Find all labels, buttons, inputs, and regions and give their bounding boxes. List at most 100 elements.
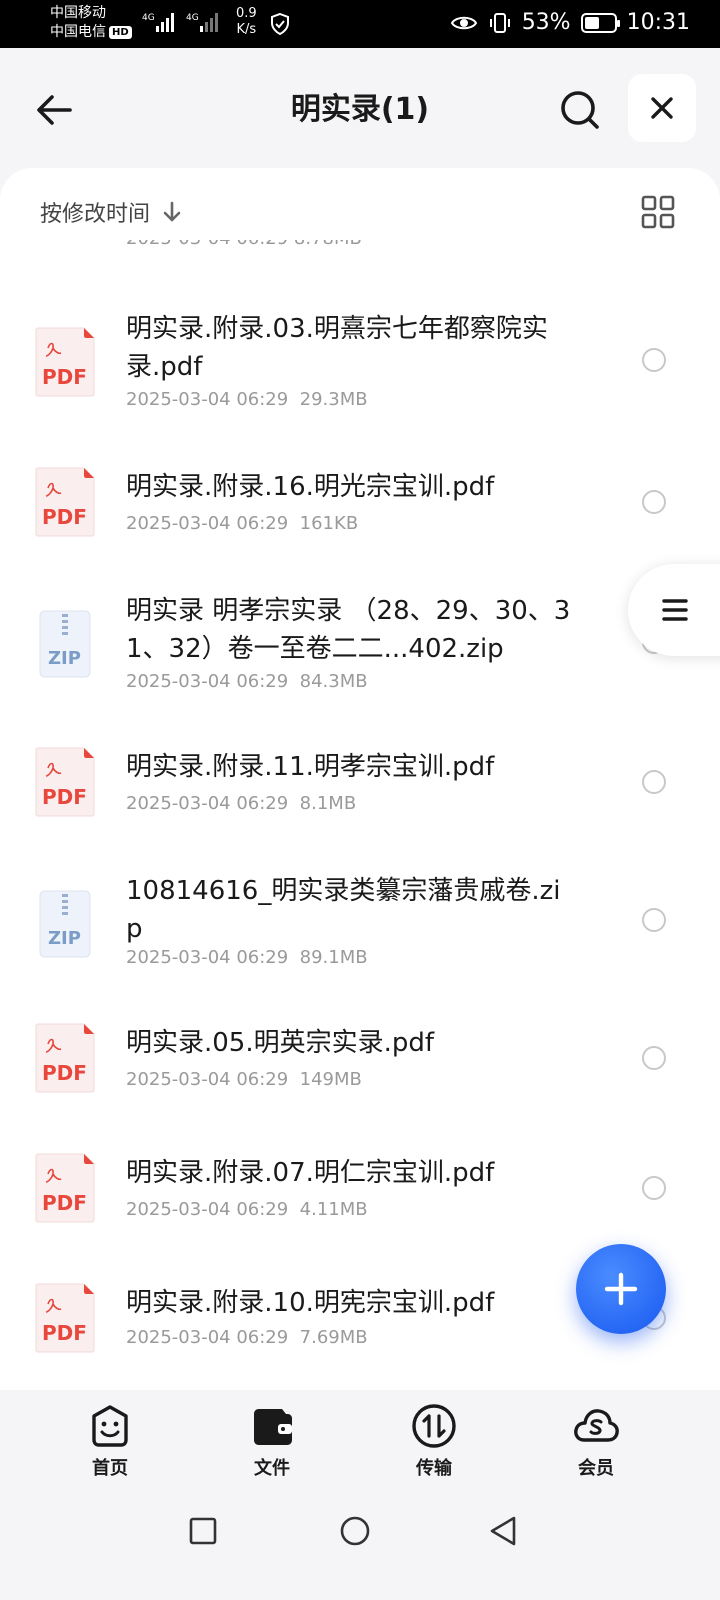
grid-view-icon[interactable] <box>640 194 676 230</box>
file-name: 明实录.附录.11.明孝宗宝训.pdf <box>126 752 495 782</box>
pdf-file-icon: PDF <box>35 327 95 397</box>
select-radio[interactable] <box>642 770 666 794</box>
select-radio[interactable] <box>642 908 666 932</box>
file-meta: 2025-03-04 06:29 4.11MB <box>126 1198 368 1222</box>
nav-home[interactable]: 首页 <box>60 1402 160 1480</box>
hd-badge: HD <box>109 25 132 39</box>
close-button[interactable] <box>628 74 696 142</box>
carrier-info: 中国移动 中国电信 HD <box>50 4 132 42</box>
back-triangle-icon[interactable] <box>488 1514 518 1548</box>
nav-member-label: 会员 <box>578 1458 614 1479</box>
net-type-2: 4G <box>186 13 199 23</box>
signal-2-icon: 4G <box>186 13 218 32</box>
svg-text:ZIP: ZIP <box>48 928 81 949</box>
battery-percent: 53% <box>521 10 571 35</box>
file-name: 明实录.附录.03.明熹宗七年都察院实录.pdf <box>126 314 548 382</box>
zip-file-icon: ZIP <box>39 610 91 678</box>
pdf-file-icon: PDF <box>35 747 95 817</box>
shield-check-icon <box>271 12 289 36</box>
file-meta: 2025-03-04 06:29 7.69MB <box>126 1326 368 1350</box>
file-size: 8.1MB <box>299 793 357 814</box>
svg-text:PDF: PDF <box>42 1191 87 1215</box>
file-date: 2025-03-04 06:29 <box>126 1069 289 1090</box>
nav-transfer-label: 传输 <box>416 1458 452 1479</box>
clock: 10:31 <box>626 10 690 35</box>
file-name: 10814616_明实录类纂宗藩贵戚卷.zip <box>126 876 561 944</box>
file-date: 2025-03-04 06:29 <box>126 947 289 968</box>
file-size: 161KB <box>299 513 359 534</box>
svg-text:ZIP: ZIP <box>48 648 81 669</box>
sort-selector[interactable]: 按修改时间 <box>40 196 182 228</box>
zip-file-icon: ZIP <box>39 890 91 958</box>
svg-text:PDF: PDF <box>42 1321 87 1345</box>
svg-text:PDF: PDF <box>42 505 87 529</box>
battery-icon <box>580 12 620 33</box>
file-date: 2025-03-04 06:29 <box>126 793 289 814</box>
file-meta: 2025-03-04 06:29 149MB <box>126 1068 362 1092</box>
file-name: 明实录.附录.07.明仁宗宝训.pdf <box>126 1158 495 1188</box>
file-date: 2025-03-04 06:29 <box>126 513 289 534</box>
wallet-folder-icon <box>254 1409 292 1445</box>
partial-row-meta: 2025-03-04 06:29 8.78MB <box>126 240 362 250</box>
select-radio[interactable] <box>642 1176 666 1200</box>
status-right: 53% 10:31 <box>450 10 690 35</box>
side-menu-tab[interactable] <box>628 564 720 656</box>
svg-text:PDF: PDF <box>42 1061 87 1085</box>
file-meta: 2025-03-04 06:29 89.1MB <box>126 946 368 970</box>
cloud-s-icon <box>574 1409 619 1442</box>
select-radio[interactable] <box>642 348 666 372</box>
file-meta: 2025-03-04 06:29 8.1MB <box>126 792 356 816</box>
carrier-2: 中国电信 <box>50 24 106 40</box>
pdf-file-icon: PDF <box>35 467 95 537</box>
nav-member[interactable]: 会员 <box>546 1402 646 1480</box>
file-name: 明实录.附录.10.明宪宗宝训.pdf <box>126 1288 495 1318</box>
close-icon <box>651 97 673 119</box>
status-bar: 中国移动 中国电信 HD 4G 4G 0.9 K/s 53% 10:31 <box>0 0 720 48</box>
home-circle-icon[interactable] <box>338 1514 372 1548</box>
pdf-file-icon: PDF <box>35 1153 95 1223</box>
nav-home-label: 首页 <box>92 1458 128 1479</box>
add-button[interactable] <box>576 1244 666 1334</box>
net-type-1: 4G <box>142 13 155 23</box>
pdf-file-icon: PDF <box>35 1283 95 1353</box>
transfer-arrows-icon <box>412 1404 456 1448</box>
eye-icon <box>450 16 477 29</box>
file-panel: 按修改时间 2025-03-04 06:29 8.78MB PDF 明实录.附录.… <box>0 168 720 1408</box>
select-radio[interactable] <box>642 490 666 514</box>
page-title: 明实录(1) <box>290 92 430 127</box>
arrow-down-icon <box>163 201 181 222</box>
system-nav-bar <box>0 1490 720 1600</box>
file-date: 2025-03-04 06:29 <box>126 1327 289 1348</box>
network-speed: 0.9 K/s <box>236 6 257 37</box>
svg-text:PDF: PDF <box>42 365 87 389</box>
file-size: 84.3MB <box>299 671 368 692</box>
carrier-1: 中国移动 <box>50 5 106 21</box>
search-icon[interactable] <box>556 86 604 134</box>
file-name: 明实录.05.明英宗实录.pdf <box>126 1028 435 1058</box>
file-size: 7.69MB <box>299 1327 368 1348</box>
sort-label: 按修改时间 <box>40 202 151 227</box>
smile-home-icon <box>92 1405 128 1447</box>
file-size: 89.1MB <box>299 947 368 968</box>
signal-1-icon: 4G <box>142 13 174 32</box>
svg-text:PDF: PDF <box>42 785 87 809</box>
file-size: 29.3MB <box>299 389 368 410</box>
file-size: 149MB <box>299 1069 362 1090</box>
file-size: 4.11MB <box>299 1199 368 1220</box>
file-meta: 2025-03-04 06:29 84.3MB <box>126 670 368 694</box>
file-meta: 2025-03-04 06:29 29.3MB <box>126 388 368 412</box>
nav-files[interactable]: 文件 <box>222 1402 322 1480</box>
pdf-file-icon: PDF <box>35 1023 95 1093</box>
recent-apps-icon[interactable] <box>188 1516 218 1546</box>
plus-icon <box>604 1272 638 1306</box>
file-meta: 2025-03-04 06:29 161KB <box>126 512 358 536</box>
menu-icon <box>662 599 688 621</box>
header: 明实录(1) <box>0 48 720 168</box>
vibrate-icon <box>489 12 510 33</box>
bottom-nav: 首页 文件 传输 会员 <box>0 1390 720 1490</box>
nav-transfer[interactable]: 传输 <box>384 1402 484 1480</box>
file-date: 2025-03-04 06:29 <box>126 1199 289 1220</box>
file-date: 2025-03-04 06:29 <box>126 389 289 410</box>
nav-files-label: 文件 <box>254 1458 290 1479</box>
select-radio[interactable] <box>642 1046 666 1070</box>
